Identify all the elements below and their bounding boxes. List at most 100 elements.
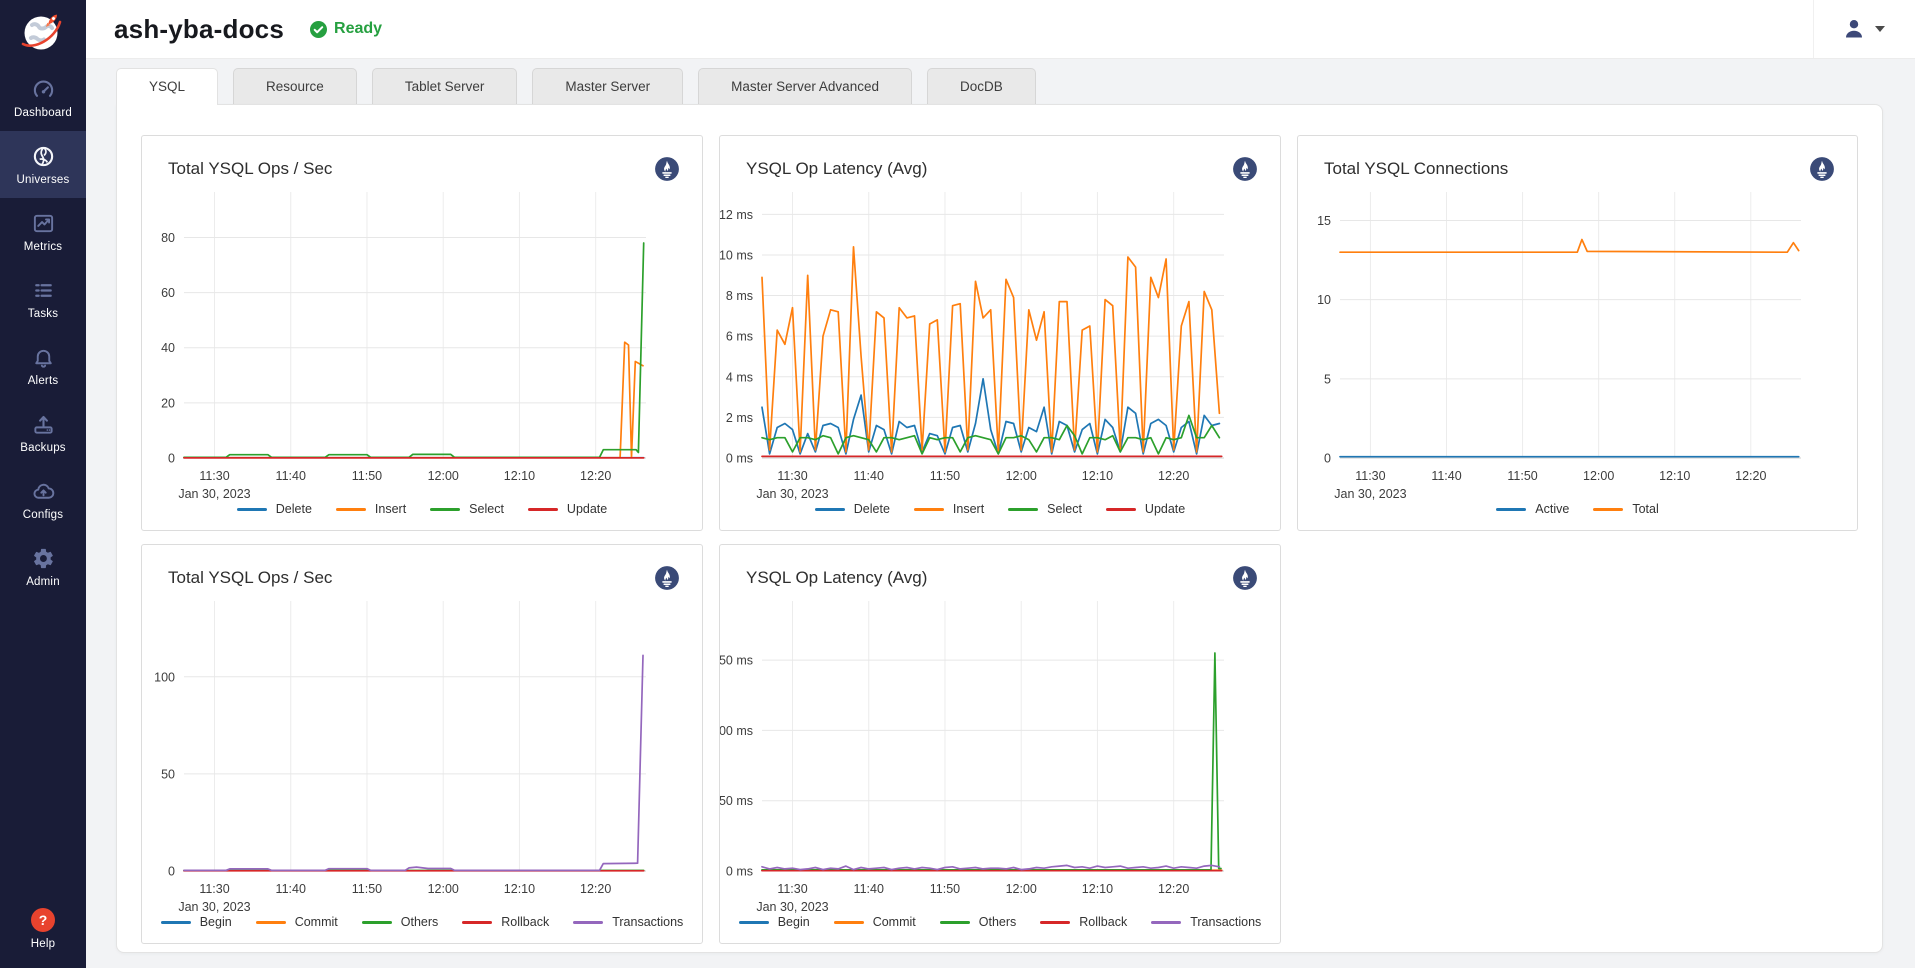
sidebar-item-metrics[interactable]: Metrics — [0, 198, 86, 265]
sidebar-item-label: Admin — [26, 576, 60, 588]
legend-item-select: Select — [1008, 502, 1082, 516]
legend-swatch — [528, 508, 558, 511]
legend-label: Delete — [276, 502, 312, 516]
svg-text:8 ms: 8 ms — [726, 289, 753, 303]
yugabyte-logo-icon — [18, 7, 68, 57]
sidebar-item-help[interactable]: ? Help — [0, 895, 86, 968]
legend-item-rollback: Rollback — [462, 915, 549, 929]
legend-label: Insert — [375, 502, 406, 516]
sidebar-item-label: Alerts — [28, 375, 59, 387]
chart-panel-total-ysql-ops: Total YSQL Ops / Sec 02040608011:3011:40… — [141, 135, 703, 531]
tab-resource[interactable]: Resource — [233, 68, 357, 104]
prometheus-icon[interactable] — [1232, 156, 1258, 182]
legend-label: Active — [1535, 502, 1569, 516]
dashboard-icon — [32, 77, 55, 101]
svg-text:12:10: 12:10 — [504, 882, 535, 896]
legend-swatch — [1593, 508, 1623, 511]
svg-text:80: 80 — [161, 231, 175, 245]
svg-text:50 ms: 50 ms — [720, 794, 753, 808]
legend-swatch — [1040, 921, 1070, 924]
legend-label: Others — [401, 915, 439, 929]
legend-swatch — [237, 508, 267, 511]
sidebar-item-admin[interactable]: Admin — [0, 533, 86, 600]
sidebar-item-configs[interactable]: Configs — [0, 466, 86, 533]
tab-docdb[interactable]: DocDB — [927, 68, 1036, 104]
chart-plot-area[interactable]: 05101511:3011:4011:5012:0012:1012:20Jan … — [1298, 184, 1857, 496]
configs-cloud-icon — [32, 479, 55, 503]
legend-swatch — [815, 508, 845, 511]
sidebar-item-backups[interactable]: Backups — [0, 399, 86, 466]
tab-ysql[interactable]: YSQL — [116, 68, 218, 104]
sidebar: Dashboard Universes Metrics Tasks Alerts — [0, 0, 86, 968]
legend-swatch — [573, 921, 603, 924]
sidebar-item-dashboard[interactable]: Dashboard — [0, 64, 86, 131]
svg-text:11:30: 11:30 — [199, 882, 229, 896]
tab-tablet-server[interactable]: Tablet Server — [372, 68, 518, 104]
sidebar-item-alerts[interactable]: Alerts — [0, 332, 86, 399]
legend-item-update: Update — [528, 502, 607, 516]
svg-text:40: 40 — [161, 341, 175, 355]
sidebar-item-universes[interactable]: Universes — [0, 131, 86, 198]
legend-label: Total — [1632, 502, 1658, 516]
legend-label: Rollback — [501, 915, 549, 929]
status-label: Ready — [334, 20, 382, 38]
prometheus-icon[interactable] — [654, 565, 680, 591]
legend-label: Select — [469, 502, 504, 516]
svg-text:20: 20 — [161, 396, 175, 410]
svg-text:12:00: 12:00 — [1006, 469, 1037, 483]
svg-text:12:20: 12:20 — [1735, 469, 1766, 483]
svg-text:12:20: 12:20 — [1158, 882, 1189, 896]
sidebar-item-label: Universes — [17, 174, 70, 186]
ready-check-icon — [310, 21, 327, 38]
svg-text:0: 0 — [1324, 452, 1331, 466]
chart-plot-area[interactable]: 0 ms2 ms4 ms6 ms8 ms10 ms12 ms11:3011:40… — [720, 184, 1280, 496]
svg-text:15: 15 — [1317, 214, 1331, 228]
chart-legend: Active Total — [1298, 496, 1857, 520]
legend-item-begin: Begin — [739, 915, 810, 929]
tab-master-server-advanced[interactable]: Master Server Advanced — [698, 68, 912, 104]
user-menu-button[interactable] — [1842, 17, 1915, 41]
svg-text:12:20: 12:20 — [1158, 469, 1189, 483]
legend-swatch — [430, 508, 460, 511]
legend-label: Begin — [200, 915, 232, 929]
legend-item-rollback: Rollback — [1040, 915, 1127, 929]
sidebar-item-label: Metrics — [24, 241, 62, 253]
svg-text:11:40: 11:40 — [854, 882, 884, 896]
svg-text:12:20: 12:20 — [580, 882, 611, 896]
legend-label: Update — [567, 502, 607, 516]
prometheus-icon[interactable] — [654, 156, 680, 182]
chart-plot-area[interactable]: 02040608011:3011:4011:5012:0012:1012:20J… — [142, 184, 702, 496]
legend-item-select: Select — [430, 502, 504, 516]
yugabyte-logo[interactable] — [0, 0, 86, 64]
svg-text:5: 5 — [1324, 372, 1331, 386]
admin-gear-icon — [32, 546, 55, 570]
yba-universe-page: Dashboard Universes Metrics Tasks Alerts — [0, 0, 1915, 968]
legend-label: Rollback — [1079, 915, 1127, 929]
sidebar-item-label: Backups — [20, 442, 66, 454]
legend-swatch — [336, 508, 366, 511]
legend-swatch — [1496, 508, 1526, 511]
svg-text:100 ms: 100 ms — [720, 724, 753, 738]
svg-text:11:30: 11:30 — [199, 469, 229, 483]
svg-text:11:50: 11:50 — [352, 882, 382, 896]
tab-master-server[interactable]: Master Server — [532, 68, 683, 104]
legend-item-insert: Insert — [336, 502, 406, 516]
chart-plot-area[interactable]: 0 ms50 ms100 ms150 ms11:3011:4011:5012:0… — [720, 593, 1280, 909]
chart-panel-total-ysql-ops-transactions: Total YSQL Ops / Sec 05010011:3011:4011:… — [141, 544, 703, 944]
legend-swatch — [161, 921, 191, 924]
svg-text:4 ms: 4 ms — [726, 370, 753, 384]
chart-panel-ysql-op-latency-transactions: YSQL Op Latency (Avg) 0 ms50 ms100 ms150… — [719, 544, 1281, 944]
svg-text:12:00: 12:00 — [1006, 882, 1037, 896]
svg-text:12 ms: 12 ms — [720, 208, 753, 222]
prometheus-icon[interactable] — [1232, 565, 1258, 591]
legend-swatch — [462, 921, 492, 924]
svg-text:12:00: 12:00 — [1583, 469, 1614, 483]
svg-text:150 ms: 150 ms — [720, 654, 753, 668]
prometheus-icon[interactable] — [1809, 156, 1835, 182]
sidebar-item-tasks[interactable]: Tasks — [0, 265, 86, 332]
legend-swatch — [914, 508, 944, 511]
sidebar-item-label: Dashboard — [14, 107, 72, 119]
svg-text:11:50: 11:50 — [352, 469, 382, 483]
chart-plot-area[interactable]: 05010011:3011:4011:5012:0012:1012:20Jan … — [142, 593, 702, 909]
legend-label: Select — [1047, 502, 1082, 516]
